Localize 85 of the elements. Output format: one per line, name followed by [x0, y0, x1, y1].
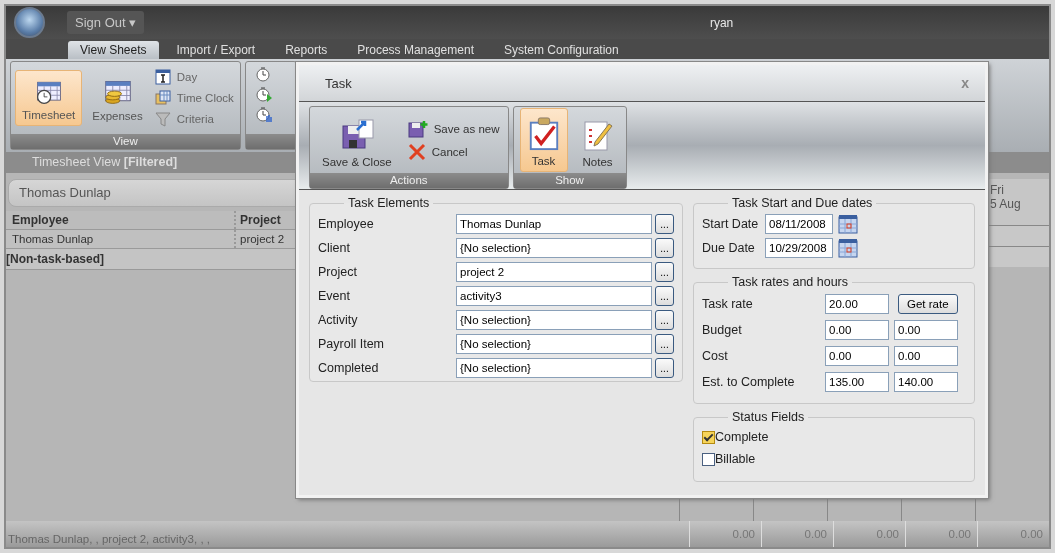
checkbox-label: Complete [715, 430, 769, 444]
ribbon-tab[interactable]: Reports [273, 41, 340, 59]
input-field[interactable]: 0.00 [825, 346, 889, 366]
total-cell: 0.00 [761, 521, 833, 547]
field-label: Employee [318, 217, 375, 231]
ribbon-button[interactable]: Timesheet [15, 70, 83, 126]
field-label: Project [318, 265, 358, 279]
ribbon-button[interactable]: Save as new [405, 118, 502, 139]
calendar-icon[interactable] [838, 214, 858, 234]
input-field[interactable]: {No selection} [456, 334, 652, 354]
browse-button[interactable]: ... [655, 310, 674, 330]
ribbon-button[interactable]: Expenses [86, 70, 149, 126]
ribbon-button[interactable]: Time Clock [152, 89, 236, 107]
field-label: Est. to Complete [702, 375, 796, 389]
browse-button[interactable]: ... [655, 214, 674, 234]
user-name: ryan [708, 15, 735, 30]
ribbon-tab[interactable]: View Sheets [68, 41, 159, 59]
input-field[interactable]: project 2 [456, 262, 652, 282]
group-title: Task rates and hours [731, 275, 850, 289]
funnel-icon [154, 111, 171, 127]
field-label: Payroll Item [318, 337, 385, 351]
status-text: Thomas Dunlap, , project 2, activity3, , , [7, 533, 211, 547]
total-cell: 0.00 [689, 521, 761, 547]
floppy-plus-icon [407, 119, 428, 138]
input-field[interactable]: 140.00 [894, 372, 958, 392]
total-cell: 0.00 [833, 521, 905, 547]
field-label: Event [318, 289, 351, 303]
calendar-day-icon [154, 69, 171, 85]
browse-button[interactable]: ... [655, 286, 674, 306]
app-menu-orb[interactable] [14, 7, 45, 38]
input-field[interactable]: 0.00 [894, 320, 958, 340]
input-field[interactable]: 135.00 [825, 372, 889, 392]
total-cell: 0.00 [905, 521, 977, 547]
sign-out-menu[interactable]: Sign Out ▾ [67, 11, 145, 34]
stopwatch-icon [255, 106, 272, 122]
notepad-pencil-icon [581, 118, 614, 152]
group-label-bar [245, 134, 296, 149]
browse-button[interactable]: ... [655, 358, 674, 378]
stopwatch-icon [255, 86, 272, 102]
input-field[interactable]: {No selection} [456, 358, 652, 378]
day-date: 5 Aug [990, 197, 1022, 211]
column-header[interactable]: Employee [6, 211, 234, 229]
stacked-calendar-icon [154, 90, 171, 106]
browse-button[interactable]: ... [655, 334, 674, 354]
input-field[interactable]: {No selection} [456, 238, 652, 258]
browse-button[interactable]: ... [655, 262, 674, 282]
day-name: Fri [990, 183, 1005, 197]
input-field[interactable]: 20.00 [825, 294, 889, 314]
total-cell: 0.00 [977, 521, 1049, 547]
group-title: Task Start and Due dates [731, 196, 874, 210]
group-label: Show [513, 173, 626, 188]
table-cell-text: Thomas Dunlap [11, 232, 95, 247]
group-title: Task Elements [347, 196, 431, 210]
input-field[interactable]: Thomas Dunlap [456, 214, 652, 234]
date-field[interactable]: 10/29/2008 [765, 238, 833, 258]
field-label: Cost [702, 349, 729, 363]
ribbon-button[interactable]: Task [519, 108, 568, 172]
input-field[interactable]: 0.00 [894, 346, 958, 366]
x-mark-icon [407, 142, 426, 161]
calendar-icon[interactable] [838, 238, 858, 258]
stopwatch-icon [255, 66, 272, 82]
field-label: Client [318, 241, 351, 255]
ribbon-tab[interactable]: System Configuration [491, 41, 631, 59]
input-field[interactable]: 0.00 [825, 320, 889, 340]
field-label: Task rate [702, 297, 754, 311]
field-label: Activity [318, 313, 359, 327]
field-label: Due Date [702, 241, 756, 255]
group-title: Status Fields [731, 410, 806, 424]
ribbon-tab[interactable]: Import / Export [164, 41, 268, 59]
checkbox[interactable] [702, 430, 715, 444]
input-field[interactable]: {No selection} [456, 310, 652, 330]
field-label: Completed [318, 361, 380, 375]
checkbox-label: Billable [715, 452, 756, 466]
checkbox[interactable] [702, 452, 715, 466]
ribbon-button[interactable]: Day [152, 68, 236, 86]
group-label: Actions [310, 173, 508, 188]
browse-button[interactable]: ... [655, 238, 674, 258]
ribbon-tab[interactable]: Process Management [345, 41, 486, 59]
field-label: Start Date [702, 217, 760, 231]
field-label: Budget [702, 323, 743, 337]
group-label: View [11, 134, 240, 149]
dialog-title: Task [325, 75, 352, 91]
get-rate-button[interactable]: Get rate [898, 294, 958, 314]
date-field[interactable]: 08/11/2008 [765, 214, 833, 234]
input-field[interactable]: activity3 [456, 286, 652, 306]
